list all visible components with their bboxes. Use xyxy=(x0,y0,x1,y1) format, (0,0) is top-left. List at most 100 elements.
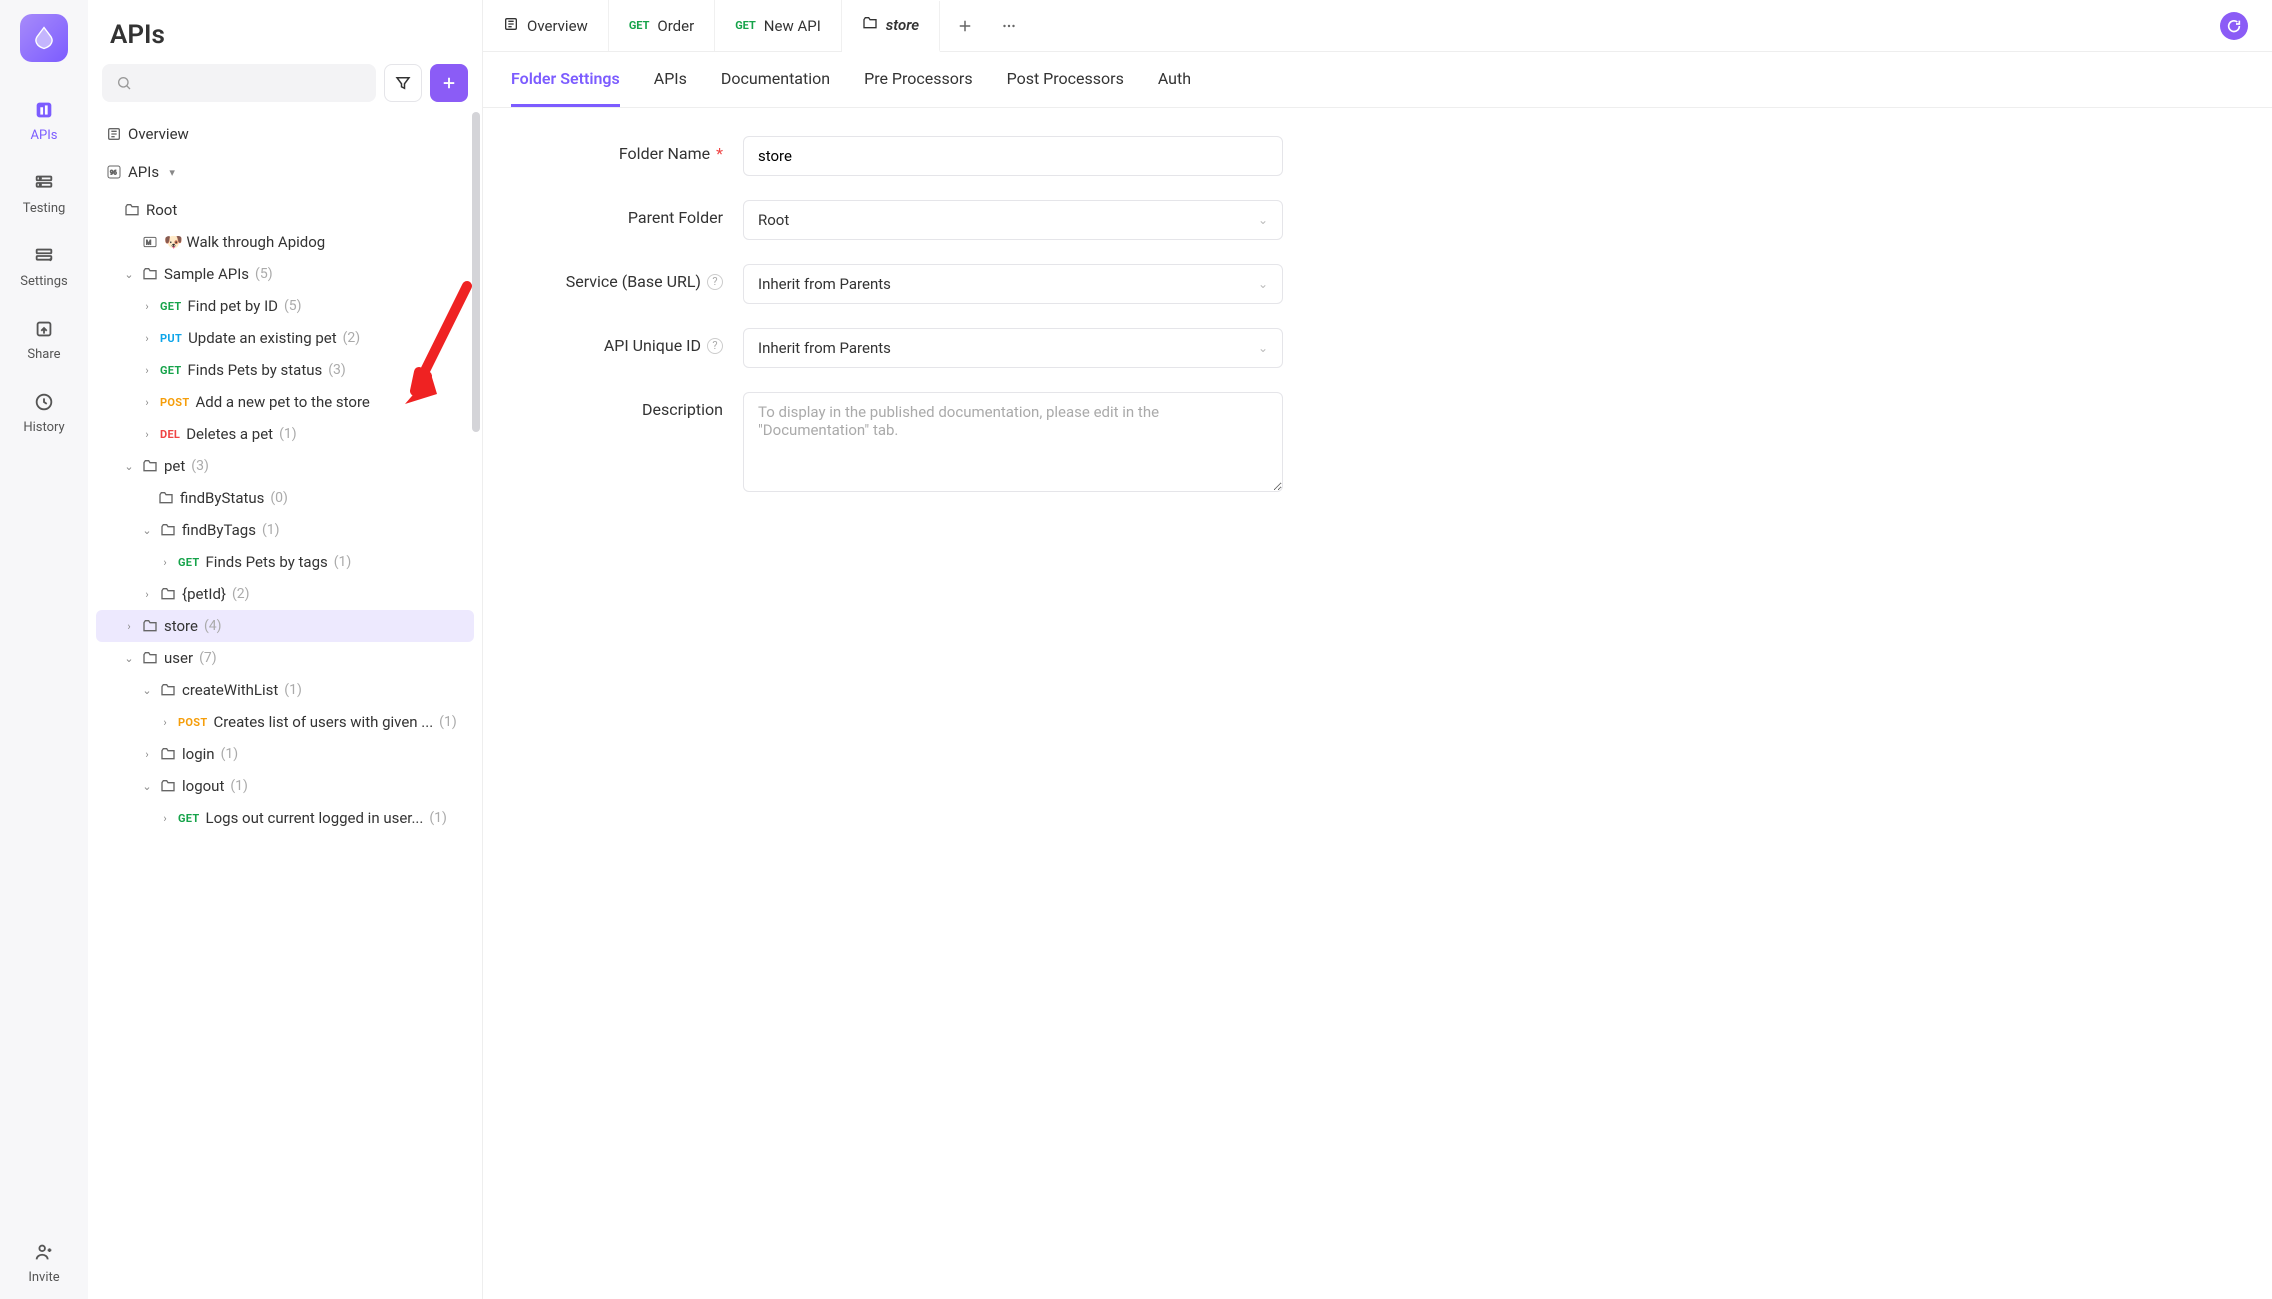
sidebar-title: APIs xyxy=(88,0,482,64)
help-icon[interactable]: ? xyxy=(707,338,723,354)
parent-folder-select[interactable]: Root ⌄ xyxy=(743,200,1283,240)
rail-item-share[interactable]: Share xyxy=(0,303,88,376)
tree-apis-root[interactable]: 96 APIs ▾ xyxy=(96,156,474,188)
chevron-down-icon: ⌄ xyxy=(122,652,136,665)
tree-count: (0) xyxy=(270,490,288,506)
rail-item-testing[interactable]: Testing xyxy=(0,157,88,230)
folder-icon xyxy=(142,618,158,634)
service-select[interactable]: Inherit from Parents ⌄ xyxy=(743,264,1283,304)
editor-tabs: Overview GET Order GET New API store xyxy=(483,0,2272,52)
tree-count: (1) xyxy=(284,682,302,698)
tree-count: (2) xyxy=(232,586,250,602)
tree-label: Root xyxy=(146,201,177,219)
folder-settings-form: Folder Name* Parent Folder Root ⌄ Servic… xyxy=(483,108,2272,548)
tree-folder-login[interactable]: › login (1) xyxy=(96,738,474,770)
select-value: Inherit from Parents xyxy=(758,275,891,293)
tree-api-item[interactable]: › GET Find pet by ID (5) xyxy=(96,290,474,322)
left-rail: APIs Testing Settings Share History Invi… xyxy=(0,0,88,1299)
search-input[interactable] xyxy=(102,64,376,102)
filter-button[interactable] xyxy=(384,64,422,102)
tree-label: Find pet by ID xyxy=(188,297,279,315)
tree-count: (1) xyxy=(230,778,248,794)
markdown-icon: M xyxy=(142,234,158,250)
add-button[interactable] xyxy=(430,64,468,102)
tree-label: pet xyxy=(164,457,185,475)
chevron-right-icon: › xyxy=(140,428,154,441)
unique-id-select[interactable]: Inherit from Parents ⌄ xyxy=(743,328,1283,368)
method-badge: GET xyxy=(178,556,200,569)
rail-item-invite[interactable]: Invite xyxy=(0,1226,88,1299)
method-badge: POST xyxy=(178,716,207,729)
rail-item-history[interactable]: History xyxy=(0,376,88,449)
subtab-apis[interactable]: APIs xyxy=(654,52,687,107)
method-badge: POST xyxy=(160,396,189,409)
tree-api-item[interactable]: › POST Add a new pet to the store xyxy=(96,386,474,418)
sync-icon xyxy=(2226,18,2242,34)
description-textarea[interactable] xyxy=(743,392,1283,492)
chevron-right-icon: › xyxy=(140,588,154,601)
chevron-right-icon: › xyxy=(158,556,172,569)
tree-count: (3) xyxy=(328,362,346,378)
tab-more-button[interactable] xyxy=(990,7,1028,45)
subtab-folder-settings[interactable]: Folder Settings xyxy=(511,52,620,107)
tree-folder-store[interactable]: › store (4) xyxy=(96,610,474,642)
help-icon[interactable]: ? xyxy=(707,274,723,290)
tree-api-logout[interactable]: › GET Logs out current logged in user...… xyxy=(96,802,474,834)
method-badge: PUT xyxy=(160,332,182,345)
chevron-down-icon: ⌄ xyxy=(1258,213,1268,227)
main-panel: Overview GET Order GET New API store Fol… xyxy=(483,0,2272,1299)
scrollbar-thumb[interactable] xyxy=(472,112,480,432)
chevron-down-icon: ⌄ xyxy=(140,780,154,793)
rail-item-apis[interactable]: APIs xyxy=(0,84,88,157)
search-icon xyxy=(116,75,132,91)
tree-label: user xyxy=(164,649,193,667)
sync-button[interactable] xyxy=(2220,12,2248,40)
subtab-auth[interactable]: Auth xyxy=(1158,52,1191,107)
tree-api-item[interactable]: › PUT Update an existing pet (2) xyxy=(96,322,474,354)
folder-icon xyxy=(160,682,176,698)
tree-count: (7) xyxy=(199,650,217,666)
subtab-pre-processors[interactable]: Pre Processors xyxy=(864,52,972,107)
folder-name-input[interactable] xyxy=(743,136,1283,176)
tree-count: (2) xyxy=(343,330,361,346)
folder-name-label: Folder Name* xyxy=(523,136,743,163)
overview-icon xyxy=(503,16,519,36)
tree-api-item[interactable]: › GET Finds Pets by status (3) xyxy=(96,354,474,386)
tab-order[interactable]: GET Order xyxy=(609,0,715,51)
tree-label: Logs out current logged in user... xyxy=(206,809,424,827)
tree-folder-petid[interactable]: › {petId} (2) xyxy=(96,578,474,610)
subtab-documentation[interactable]: Documentation xyxy=(721,52,830,107)
tab-new-api[interactable]: GET New API xyxy=(715,0,842,51)
folder-icon xyxy=(160,586,176,602)
tab-store[interactable]: store xyxy=(842,1,940,52)
folder-icon xyxy=(142,650,158,666)
svg-text:96: 96 xyxy=(110,170,117,177)
tree-markdown-walk[interactable]: M 🐶 Walk through Apidog xyxy=(96,226,474,258)
tree-api-findbytags[interactable]: › GET Finds Pets by tags (1) xyxy=(96,546,474,578)
rail-label: Settings xyxy=(20,274,67,289)
service-label: Service (Base URL)? xyxy=(523,264,743,291)
tree-folder-findbystatus[interactable]: findByStatus (0) xyxy=(96,482,474,514)
tree-overview[interactable]: Overview xyxy=(96,118,474,150)
folder-icon xyxy=(142,266,158,282)
tab-overview[interactable]: Overview xyxy=(483,0,609,51)
sidebar: APIs Overview 96 APIs ▾ Root M 🐶 Walk xyxy=(88,0,483,1299)
subtab-post-processors[interactable]: Post Processors xyxy=(1007,52,1124,107)
tab-label: New API xyxy=(764,17,821,35)
tree-folder-findbytags[interactable]: ⌄ findByTags (1) xyxy=(96,514,474,546)
tree-count: (1) xyxy=(429,810,447,826)
tree-folder-root[interactable]: Root xyxy=(96,194,474,226)
tree-folder-pet[interactable]: ⌄ pet (3) xyxy=(96,450,474,482)
tree-api-item[interactable]: › DEL Deletes a pet (1) xyxy=(96,418,474,450)
tree-folder-logout[interactable]: ⌄ logout (1) xyxy=(96,770,474,802)
rail-item-settings[interactable]: Settings xyxy=(0,230,88,303)
tree-folder-createwithlist[interactable]: ⌄ createWithList (1) xyxy=(96,674,474,706)
tree-api-createwithlist[interactable]: › POST Creates list of users with given … xyxy=(96,706,474,738)
tree-folder-user[interactable]: ⌄ user (7) xyxy=(96,642,474,674)
tree-folder-sample[interactable]: ⌄ Sample APIs (5) xyxy=(96,258,474,290)
sidebar-toolbar xyxy=(88,64,482,112)
new-tab-button[interactable] xyxy=(946,7,984,45)
tree-label: createWithList xyxy=(182,681,278,699)
rail-label: Invite xyxy=(28,1270,59,1285)
folder-subtabs: Folder Settings APIs Documentation Pre P… xyxy=(483,52,2272,108)
